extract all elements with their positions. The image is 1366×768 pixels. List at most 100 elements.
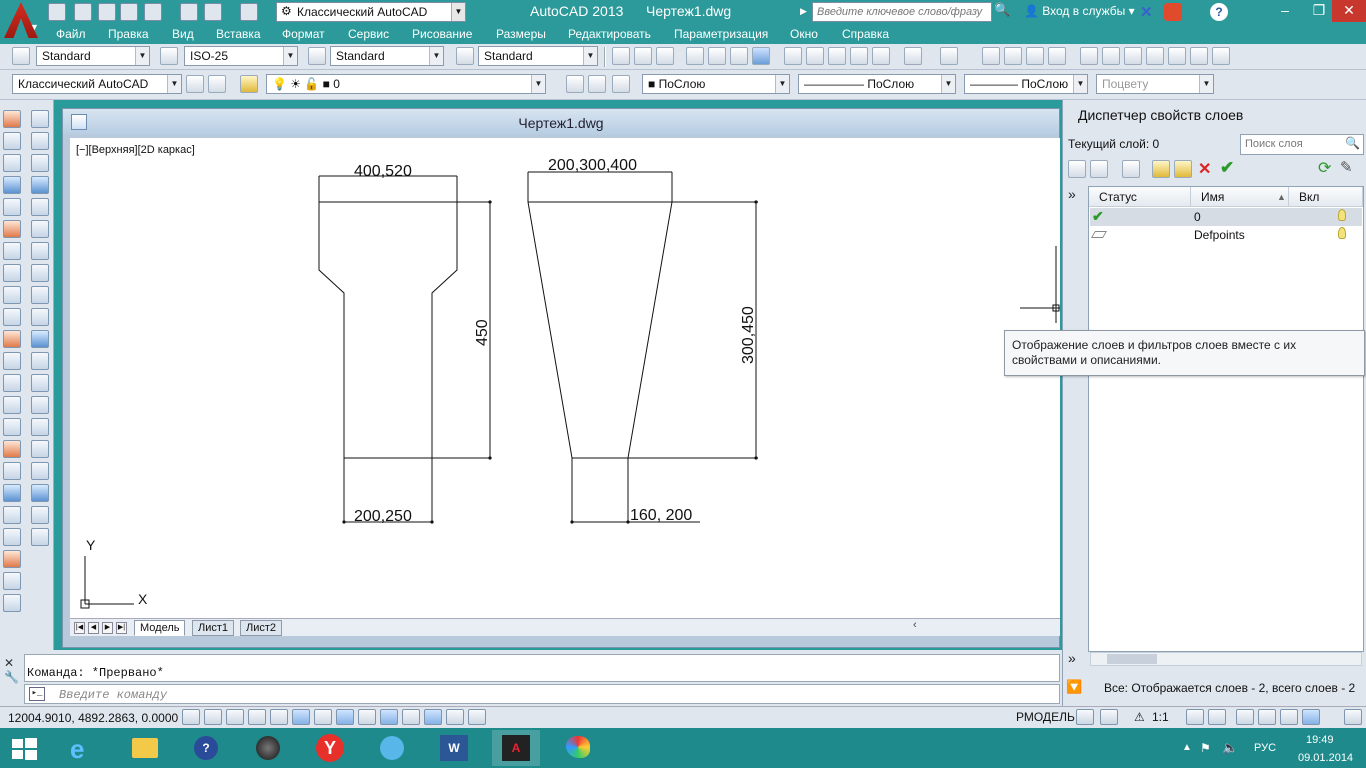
restore-button[interactable]: ❐: [1302, 0, 1336, 22]
design-center-icon[interactable]: [1102, 47, 1120, 65]
undo-icon[interactable]: [904, 47, 922, 65]
quick-properties-toggle-icon[interactable]: [446, 709, 464, 725]
misc-icon[interactable]: [3, 594, 21, 612]
transparency-toggle-icon[interactable]: [424, 709, 442, 725]
settings-icon[interactable]: ✎: [1340, 158, 1353, 176]
insert-block-icon[interactable]: [31, 352, 49, 370]
previous-tab-icon[interactable]: ◀: [88, 622, 99, 634]
ellipse-icon[interactable]: [31, 308, 49, 326]
annotation-scale-icon[interactable]: ⚠: [1134, 710, 1145, 724]
new-layer-frozen-icon[interactable]: [1174, 160, 1192, 178]
layer-properties-icon[interactable]: [240, 75, 258, 93]
explode-icon[interactable]: [3, 440, 21, 458]
scale-icon[interactable]: [3, 264, 21, 282]
pan-icon[interactable]: [982, 47, 1000, 65]
join-icon[interactable]: [3, 374, 21, 392]
rectangle-icon[interactable]: [31, 198, 49, 216]
osnap-toggle-icon[interactable]: [292, 709, 310, 725]
scroll-thumb[interactable]: [1107, 654, 1157, 664]
menu-file[interactable]: Файл: [56, 27, 86, 41]
layer-row[interactable]: Defpoints: [1090, 226, 1362, 244]
command-input[interactable]: ▸_ Введите команду: [24, 684, 1060, 704]
selection-cycling-toggle-icon[interactable]: [468, 709, 486, 725]
column-status[interactable]: Статус: [1089, 187, 1191, 207]
clock-time[interactable]: 19:49: [1306, 734, 1334, 746]
next-tab-icon[interactable]: ▶: [102, 622, 113, 634]
quick-view-layouts-icon[interactable]: [1076, 709, 1094, 725]
column-name[interactable]: Имя: [1191, 187, 1289, 207]
model-space-button[interactable]: РМОДЕЛЬ: [1016, 710, 1075, 724]
workspace-toolbar-dropdown[interactable]: Классический AutoCAD ▼: [12, 74, 182, 94]
hardware-acceleration-icon[interactable]: [1280, 709, 1298, 725]
viewport-controls[interactable]: [−][Верхняя][2D каркас]: [76, 144, 195, 156]
fillet-icon[interactable]: [3, 418, 21, 436]
multileader-style-dropdown[interactable]: Standard ▼: [478, 46, 598, 66]
tab-layout2[interactable]: Лист2: [240, 620, 283, 636]
extend-icon[interactable]: [3, 330, 21, 348]
menu-view[interactable]: Вид: [172, 27, 194, 41]
expand-filter-bottom-icon[interactable]: »: [1068, 650, 1076, 666]
internet-explorer-icon[interactable]: e: [58, 730, 106, 766]
3d-osnap-toggle-icon[interactable]: [314, 709, 332, 725]
polar-toggle-icon[interactable]: [270, 709, 288, 725]
clean-screen-icon[interactable]: [1344, 709, 1362, 725]
input-language[interactable]: РУС: [1254, 742, 1276, 754]
quickcalc-icon[interactable]: [1190, 47, 1208, 65]
annotation-visibility-icon[interactable]: [1186, 709, 1204, 725]
ellipse-arc-icon[interactable]: [31, 330, 49, 348]
text-style-dropdown[interactable]: Standard ▼: [36, 46, 150, 66]
customize-icon[interactable]: 🔧: [4, 670, 19, 684]
exchange-icon[interactable]: ✕: [1140, 3, 1153, 21]
print-icon[interactable]: [180, 3, 198, 21]
break-icon[interactable]: [3, 352, 21, 370]
plot-icon[interactable]: [686, 47, 704, 65]
polygon-icon[interactable]: [31, 176, 49, 194]
make-current-icon[interactable]: [566, 75, 584, 93]
close-button[interactable]: ✕: [1332, 0, 1366, 22]
zoom-window-icon[interactable]: [1026, 47, 1044, 65]
properties-icon[interactable]: [3, 484, 21, 502]
polyline-icon[interactable]: [31, 154, 49, 172]
table-style-dropdown[interactable]: Standard ▼: [330, 46, 444, 66]
column-on[interactable]: Вкл: [1289, 187, 1363, 207]
menu-draw[interactable]: Рисование: [412, 27, 472, 41]
rotate-icon[interactable]: [3, 242, 21, 260]
layer-row[interactable]: ✔ 0: [1090, 208, 1362, 226]
layer-dropdown[interactable]: 💡 ☀ 🔓 ■ 0 ▼: [266, 74, 546, 94]
cut-icon[interactable]: [784, 47, 802, 65]
expand-arrow-icon[interactable]: ▶: [800, 6, 807, 17]
drawing-canvas[interactable]: 400,520 450 200,250 200,300,400 300,450 …: [70, 138, 1060, 618]
array-icon[interactable]: [3, 198, 21, 216]
application-menu-button[interactable]: ▼: [0, 0, 42, 42]
windows-start-icon[interactable]: [12, 738, 38, 760]
set-current-icon[interactable]: ✔: [1220, 158, 1234, 178]
redo-icon[interactable]: [240, 3, 258, 21]
help-button[interactable]: ?: [1210, 3, 1228, 21]
menu-tools[interactable]: Сервис: [348, 27, 389, 41]
grid-toggle-icon[interactable]: [226, 709, 244, 725]
snap-toggle-icon[interactable]: [204, 709, 222, 725]
workspace-dropdown[interactable]: ⚙ Классический AutoCAD ▼: [276, 2, 466, 22]
workspace-switching-icon[interactable]: [1236, 709, 1254, 725]
menu-window[interactable]: Окно: [790, 27, 818, 41]
draworder-icon[interactable]: [3, 462, 21, 480]
layer-search-input[interactable]: Поиск слоя 🔍: [1240, 134, 1364, 155]
clock-date[interactable]: 09.01.2014: [1298, 752, 1353, 764]
search-input[interactable]: Введите ключевое слово/фразу: [812, 2, 992, 22]
menu-help[interactable]: Справка: [842, 27, 889, 41]
linetype-dropdown[interactable]: ————— ПоСлою ▼: [798, 74, 956, 94]
tab-layout1[interactable]: Лист1: [192, 620, 235, 636]
menu-dimension[interactable]: Размеры: [496, 27, 546, 41]
light-bulb-icon[interactable]: [1338, 227, 1346, 239]
open-file-icon[interactable]: [74, 3, 92, 21]
text-style-icon[interactable]: [12, 47, 30, 65]
sheet-set-icon[interactable]: [1146, 47, 1164, 65]
paint-icon[interactable]: [554, 730, 602, 766]
offset-icon[interactable]: [3, 176, 21, 194]
hatch-icon[interactable]: [31, 418, 49, 436]
trim-icon[interactable]: [3, 308, 21, 326]
lock-ui-icon[interactable]: [1258, 709, 1276, 725]
multileader-style-icon[interactable]: [456, 47, 474, 65]
zoom-realtime-icon[interactable]: [1004, 47, 1022, 65]
new-group-filter-icon[interactable]: [1090, 160, 1108, 178]
